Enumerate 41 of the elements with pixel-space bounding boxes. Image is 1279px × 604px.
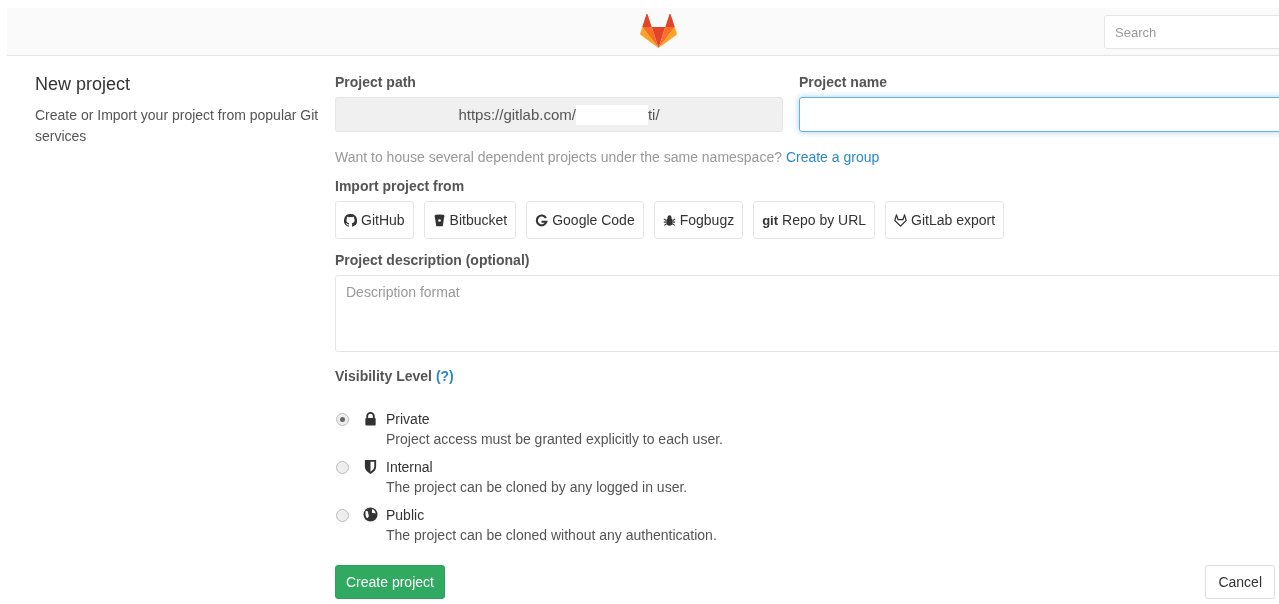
fox-icon bbox=[894, 213, 908, 227]
radio-button[interactable] bbox=[336, 461, 349, 474]
option-description: The project can be cloned without any authentication. bbox=[386, 527, 717, 543]
field-label: Project path bbox=[335, 74, 416, 90]
radio-button[interactable] bbox=[336, 509, 349, 522]
hint-text: Want to house several dependent projects under the same namespace? Create a group bbox=[335, 149, 881, 165]
create-group-link[interactable]: Create a group bbox=[785, 149, 880, 165]
section-label: Visibility Level (?) bbox=[335, 368, 454, 384]
section-label: Import project from bbox=[335, 178, 465, 194]
shield-icon bbox=[363, 459, 378, 474]
name-field[interactable] bbox=[799, 97, 1279, 132]
option-label: Public bbox=[386, 507, 426, 523]
globe-icon bbox=[363, 507, 378, 522]
fox-logo[interactable] bbox=[640, 14, 677, 48]
g-letter-icon bbox=[535, 213, 549, 227]
section-label: Project description (optional) bbox=[335, 252, 530, 268]
path-suffix: ti/ bbox=[647, 106, 660, 123]
cancel-button[interactable]: Cancel bbox=[1205, 565, 1275, 599]
option-label: Internal bbox=[386, 459, 434, 475]
lock-icon bbox=[363, 411, 378, 426]
import-button[interactable]: Fogbugz bbox=[653, 201, 744, 239]
search-field[interactable]: Search bbox=[1104, 15, 1279, 49]
bucket-icon bbox=[432, 213, 446, 227]
git-mark: git bbox=[762, 212, 779, 228]
help-link[interactable]: (?) bbox=[435, 368, 454, 384]
page-title: New project bbox=[35, 74, 132, 95]
import-button[interactable]: GitLab export bbox=[885, 201, 1005, 239]
import-button[interactable]: git Repo by URL bbox=[753, 201, 876, 239]
import-button[interactable]: GitHub bbox=[335, 201, 414, 239]
import-button[interactable]: Google Code bbox=[526, 201, 644, 239]
option-label: Private bbox=[386, 411, 431, 427]
import-button[interactable]: Bitbucket bbox=[423, 201, 517, 239]
radio-button[interactable] bbox=[336, 413, 349, 426]
field-label: Project name bbox=[799, 74, 887, 90]
github-icon bbox=[344, 213, 357, 227]
path-prefix: https://gitlab.com/ bbox=[458, 106, 576, 123]
option-description: Project access must be granted explicitly to each user. bbox=[386, 431, 723, 447]
bug-icon bbox=[662, 213, 676, 227]
option-description: The project can be cloned by any logged in user. bbox=[386, 479, 688, 495]
description-field[interactable]: Description format bbox=[335, 275, 1279, 352]
page-description: Create or Import your project from popular Git services bbox=[35, 106, 320, 146]
